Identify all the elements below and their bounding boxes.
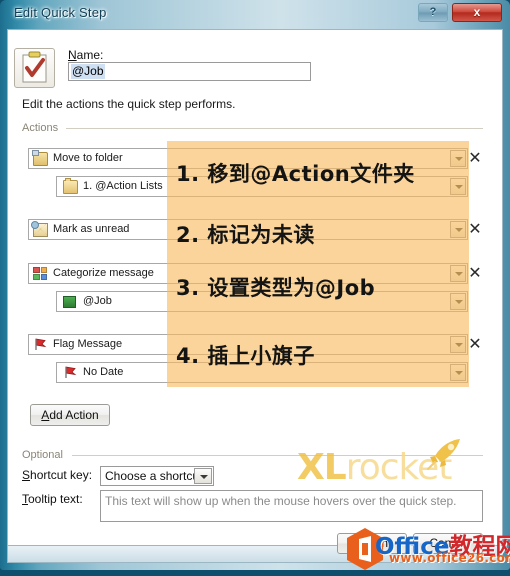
name-input-value: @Job: [71, 64, 105, 79]
chevron-down-icon[interactable]: [194, 468, 212, 484]
category-color-swatch-icon: [63, 296, 76, 308]
quick-step-clipboard-icon: [14, 48, 55, 88]
close-button[interactable]: x: [452, 3, 502, 22]
optional-group-label: Optional: [22, 449, 68, 461]
add-action-button[interactable]: Add Action: [30, 404, 110, 426]
mark-unread-icon: [31, 221, 48, 237]
add-action-label: Add Action: [41, 408, 99, 422]
shortcut-key-label: Shortcut key:: [22, 468, 93, 482]
action-sub-label: @Job: [83, 295, 112, 307]
action-sub-dropdown-button[interactable]: [450, 364, 466, 381]
actions-group-label: Actions: [22, 122, 64, 134]
tooltip-text-input[interactable]: This text will show up when the mouse ho…: [100, 490, 483, 522]
tooltip-placeholder: This text will show up when the mouse ho…: [105, 494, 457, 508]
site-watermark: Office教程网 www.office26.com: [345, 523, 510, 570]
help-button[interactable]: ?: [418, 3, 448, 22]
delete-action-button-1[interactable]: ✕: [467, 151, 483, 167]
tooltip-text-label: Tooltip text:: [22, 492, 83, 506]
flag-icon: [33, 338, 47, 351]
window-title: Edit Quick Step: [14, 5, 107, 20]
action-dropdown-button[interactable]: [450, 265, 466, 282]
annotation-1: 1. 移到@Action文件夹: [176, 162, 415, 186]
annotation-2: 2. 标记为未读: [176, 223, 315, 247]
actions-group-divider: [66, 128, 483, 129]
action-sub-label: No Date: [83, 366, 124, 378]
title-bar: Edit Quick Step ? x: [0, 0, 510, 28]
dialog-window: Edit Quick Step ? x Name: @Job Edit the …: [0, 0, 510, 570]
action-dropdown-button[interactable]: [450, 150, 466, 167]
name-label: Name:: [68, 48, 104, 62]
action-label: Move to folder: [53, 152, 123, 164]
shortcut-key-select[interactable]: Choose a shortcut: [100, 466, 214, 486]
flag-icon: [63, 366, 77, 379]
delete-action-button-3[interactable]: ✕: [467, 266, 483, 282]
action-sub-label: 1. @Action Lists: [83, 180, 163, 192]
action-sub-dropdown-button[interactable]: [450, 178, 466, 195]
site-url: www.office26.com: [389, 551, 510, 565]
folder-icon: [63, 178, 78, 194]
delete-action-button-2[interactable]: ✕: [467, 222, 483, 238]
action-label: Flag Message: [53, 338, 123, 350]
annotation-4: 4. 插上小旗子: [176, 344, 315, 368]
categorize-icon: [33, 267, 47, 280]
shortcut-key-value: Choose a shortcut: [105, 469, 203, 483]
xlrocket-bold-text: XL: [297, 447, 347, 488]
rocket-icon: [424, 437, 464, 471]
action-dropdown-button[interactable]: [450, 336, 466, 353]
annotation-3: 3. 设置类型为@Job: [176, 276, 376, 300]
move-to-folder-icon: [32, 150, 48, 166]
action-label: Categorize message: [53, 267, 154, 279]
description-text: Edit the actions the quick step performs…: [22, 97, 236, 111]
action-dropdown-button[interactable]: [450, 221, 466, 238]
action-label: Mark as unread: [53, 223, 130, 235]
delete-action-button-4[interactable]: ✕: [467, 337, 483, 353]
action-sub-dropdown-button[interactable]: [450, 293, 466, 310]
